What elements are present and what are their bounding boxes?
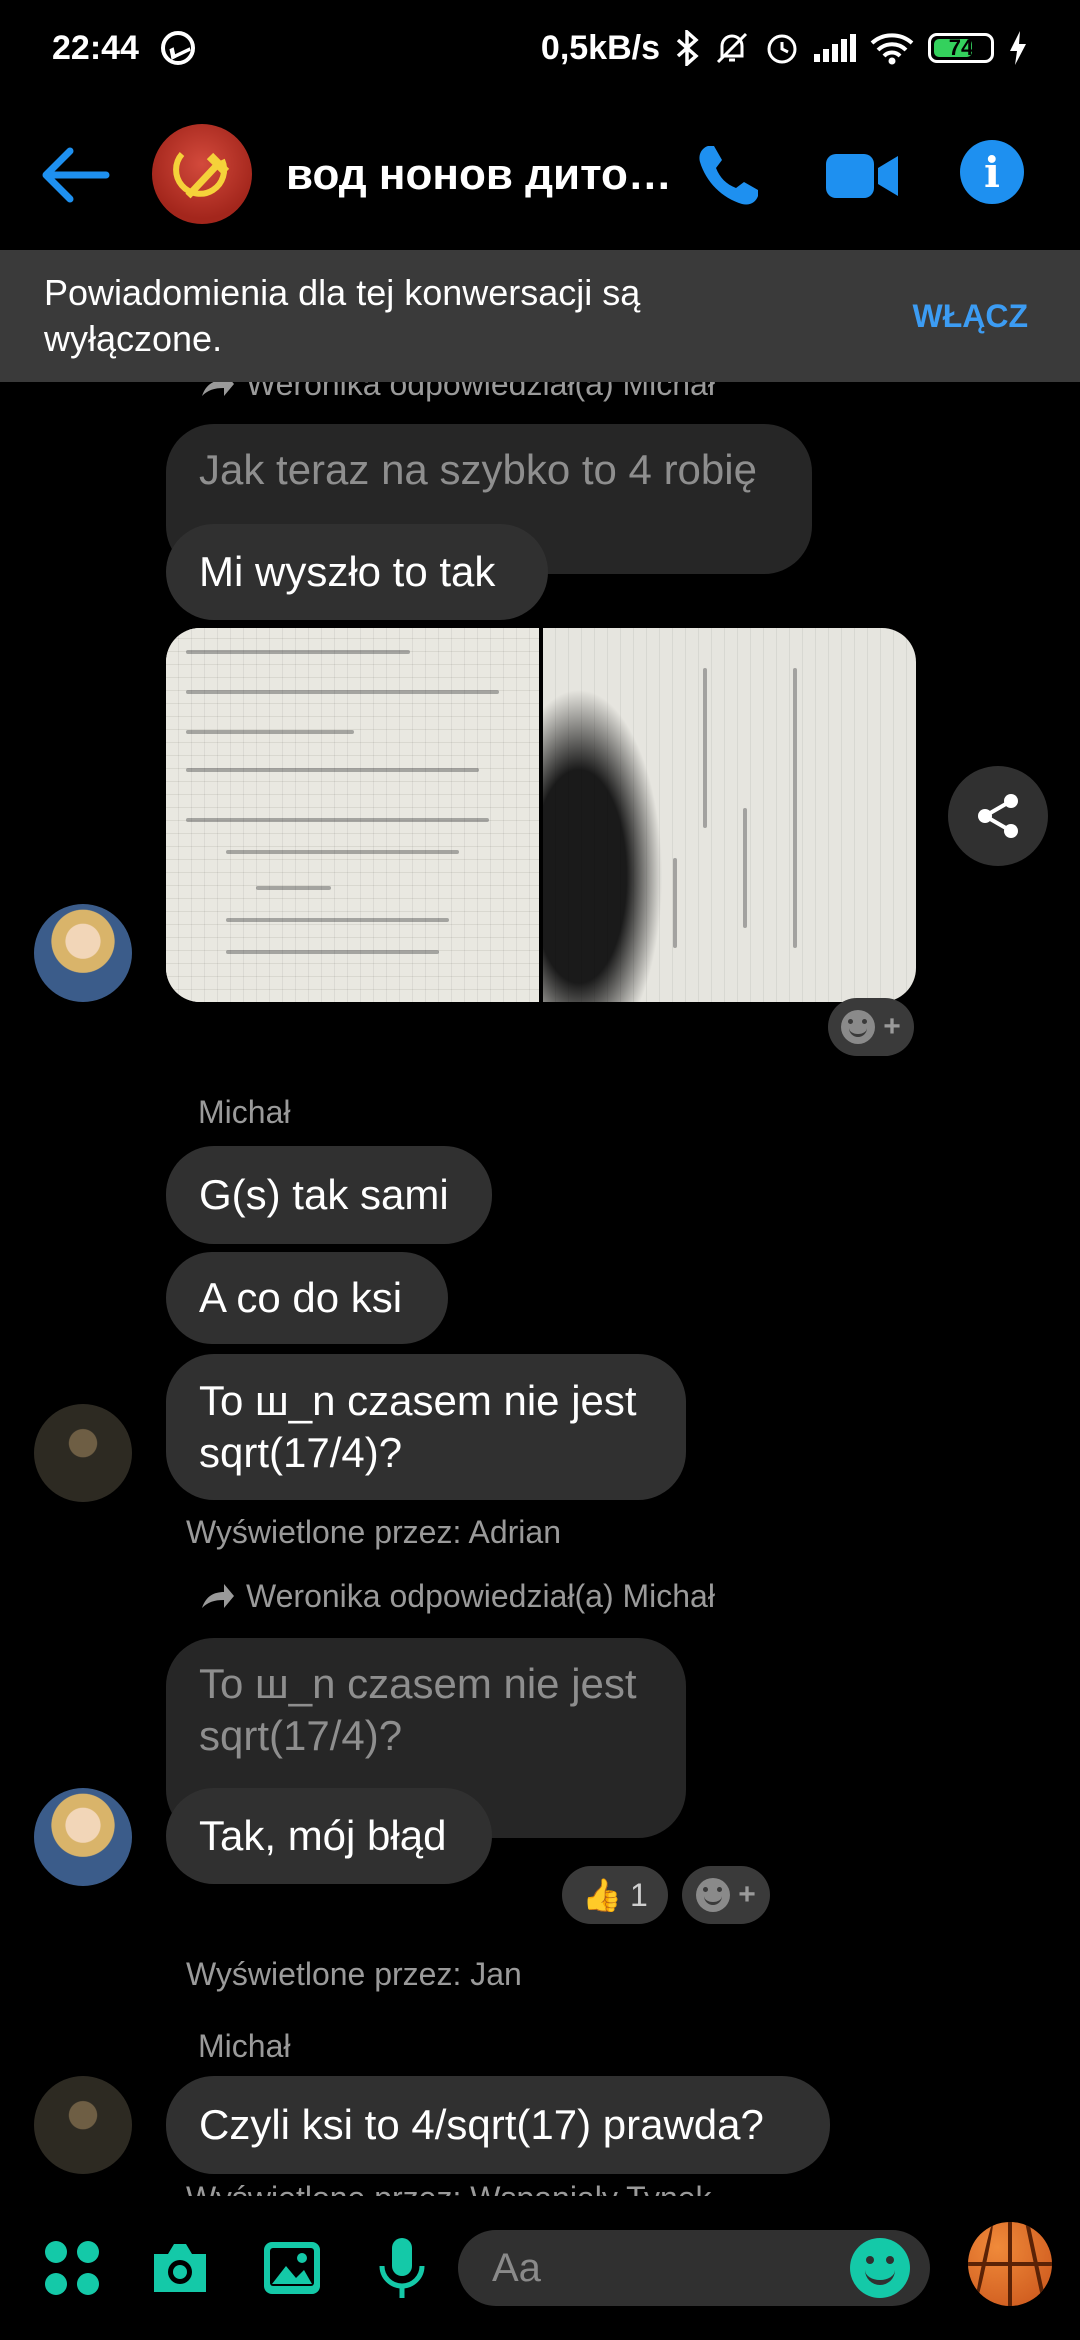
- avatar-weronika[interactable]: [34, 904, 132, 1002]
- banner-text: Powiadomienia dla tej konwersacji są wył…: [44, 272, 641, 359]
- message-list[interactable]: Weronika odpowiedział(a) Michał Jak tera…: [0, 382, 1080, 2196]
- share-icon: [978, 794, 1018, 838]
- seen-by: Wyświetlone przez: Jan: [186, 1956, 522, 1992]
- hammer-sickle-icon: [173, 152, 230, 199]
- add-reaction-button[interactable]: +: [828, 998, 914, 1056]
- reaction-count: 1: [630, 1876, 648, 1913]
- reply-arrow-icon: [202, 382, 234, 396]
- basketball-icon[interactable]: [968, 2222, 1052, 2306]
- reply-indicator: Weronika odpowiedział(a) Michał: [200, 1578, 715, 1615]
- message-bubble[interactable]: G(s) tak sami: [166, 1146, 492, 1244]
- message-input-placeholder: Aa: [492, 2245, 541, 2290]
- notifications-off-banner: Powiadomienia dla tej konwersacji są wył…: [0, 250, 1080, 382]
- messenger-notification-icon: [160, 31, 195, 65]
- signal-icon: [814, 34, 856, 62]
- photo-notes-2[interactable]: [543, 628, 916, 1002]
- message-input[interactable]: Aa: [458, 2230, 930, 2306]
- message-bubble[interactable]: Tak, mój błąd: [166, 1788, 492, 1884]
- info-icon[interactable]: i: [960, 140, 1024, 204]
- camera-icon[interactable]: [148, 2236, 212, 2300]
- avatar-michal[interactable]: [34, 1404, 132, 1502]
- enable-notifications-button[interactable]: WŁĄCZ: [912, 298, 1028, 335]
- phone-icon[interactable]: [694, 140, 764, 210]
- group-avatar[interactable]: [152, 124, 252, 224]
- wifi-icon: [870, 33, 914, 65]
- gallery-icon[interactable]: [260, 2236, 324, 2300]
- status-time: 22:44: [52, 28, 139, 67]
- alarm-icon: [767, 34, 797, 64]
- reply-indicator: Weronika odpowiedział(a) Michał: [200, 382, 715, 403]
- add-reaction-button[interactable]: +: [682, 1866, 770, 1924]
- conversation-header: вод нонов дито… i: [0, 110, 1080, 240]
- battery-icon: 74: [928, 33, 994, 63]
- message-bubble[interactable]: Mi wyszło to tak: [166, 524, 548, 620]
- reply-arrow-icon: [202, 1583, 234, 1608]
- network-speed: 0,5kB/s: [540, 28, 660, 67]
- seen-by: Wyświetlone przez: Adrian: [186, 1514, 561, 1550]
- smiley-icon: [841, 1010, 876, 1044]
- message-bubble[interactable]: Czyli ksi to 4/sqrt(17) prawda?: [166, 2076, 830, 2174]
- photo-attachments[interactable]: [166, 628, 916, 1002]
- charging-icon: [1010, 31, 1026, 65]
- apps-icon[interactable]: [40, 2236, 104, 2300]
- status-bar: 22:44 0,5kB/s 74: [0, 0, 1080, 96]
- message-composer: Aa: [0, 2196, 1080, 2340]
- seen-by: Wyświetlone przez: Wspaniały Tynek: [186, 2180, 712, 2196]
- plus-icon: +: [883, 1010, 901, 1043]
- avatar-michal[interactable]: [34, 2076, 132, 2174]
- status-right: 0,5kB/s 74: [541, 29, 1028, 68]
- video-camera-icon[interactable]: [826, 148, 898, 204]
- message-bubble[interactable]: To ш_n czasem nie jest sqrt(17/4)?: [166, 1354, 686, 1500]
- bluetooth-icon: [676, 30, 699, 66]
- message-bubble[interactable]: A co do ksi: [166, 1252, 448, 1344]
- smiley-icon: [696, 1878, 731, 1912]
- reaction-pill[interactable]: 👍 1: [562, 1866, 668, 1924]
- thumbs-up-icon: 👍: [582, 1877, 623, 1913]
- sender-name: Michał: [198, 1094, 291, 1130]
- mute-bell-icon: [716, 32, 748, 64]
- conversation-title[interactable]: вод нонов дито…: [286, 150, 672, 200]
- photo-notes-1[interactable]: [166, 628, 539, 1002]
- sender-name: Michał: [198, 2028, 291, 2064]
- emoji-icon[interactable]: [850, 2238, 910, 2298]
- plus-icon: +: [738, 1878, 756, 1911]
- avatar-weronika[interactable]: [34, 1788, 132, 1886]
- share-button[interactable]: [948, 766, 1048, 866]
- microphone-icon[interactable]: [370, 2236, 434, 2300]
- back-arrow-icon[interactable]: [40, 145, 112, 205]
